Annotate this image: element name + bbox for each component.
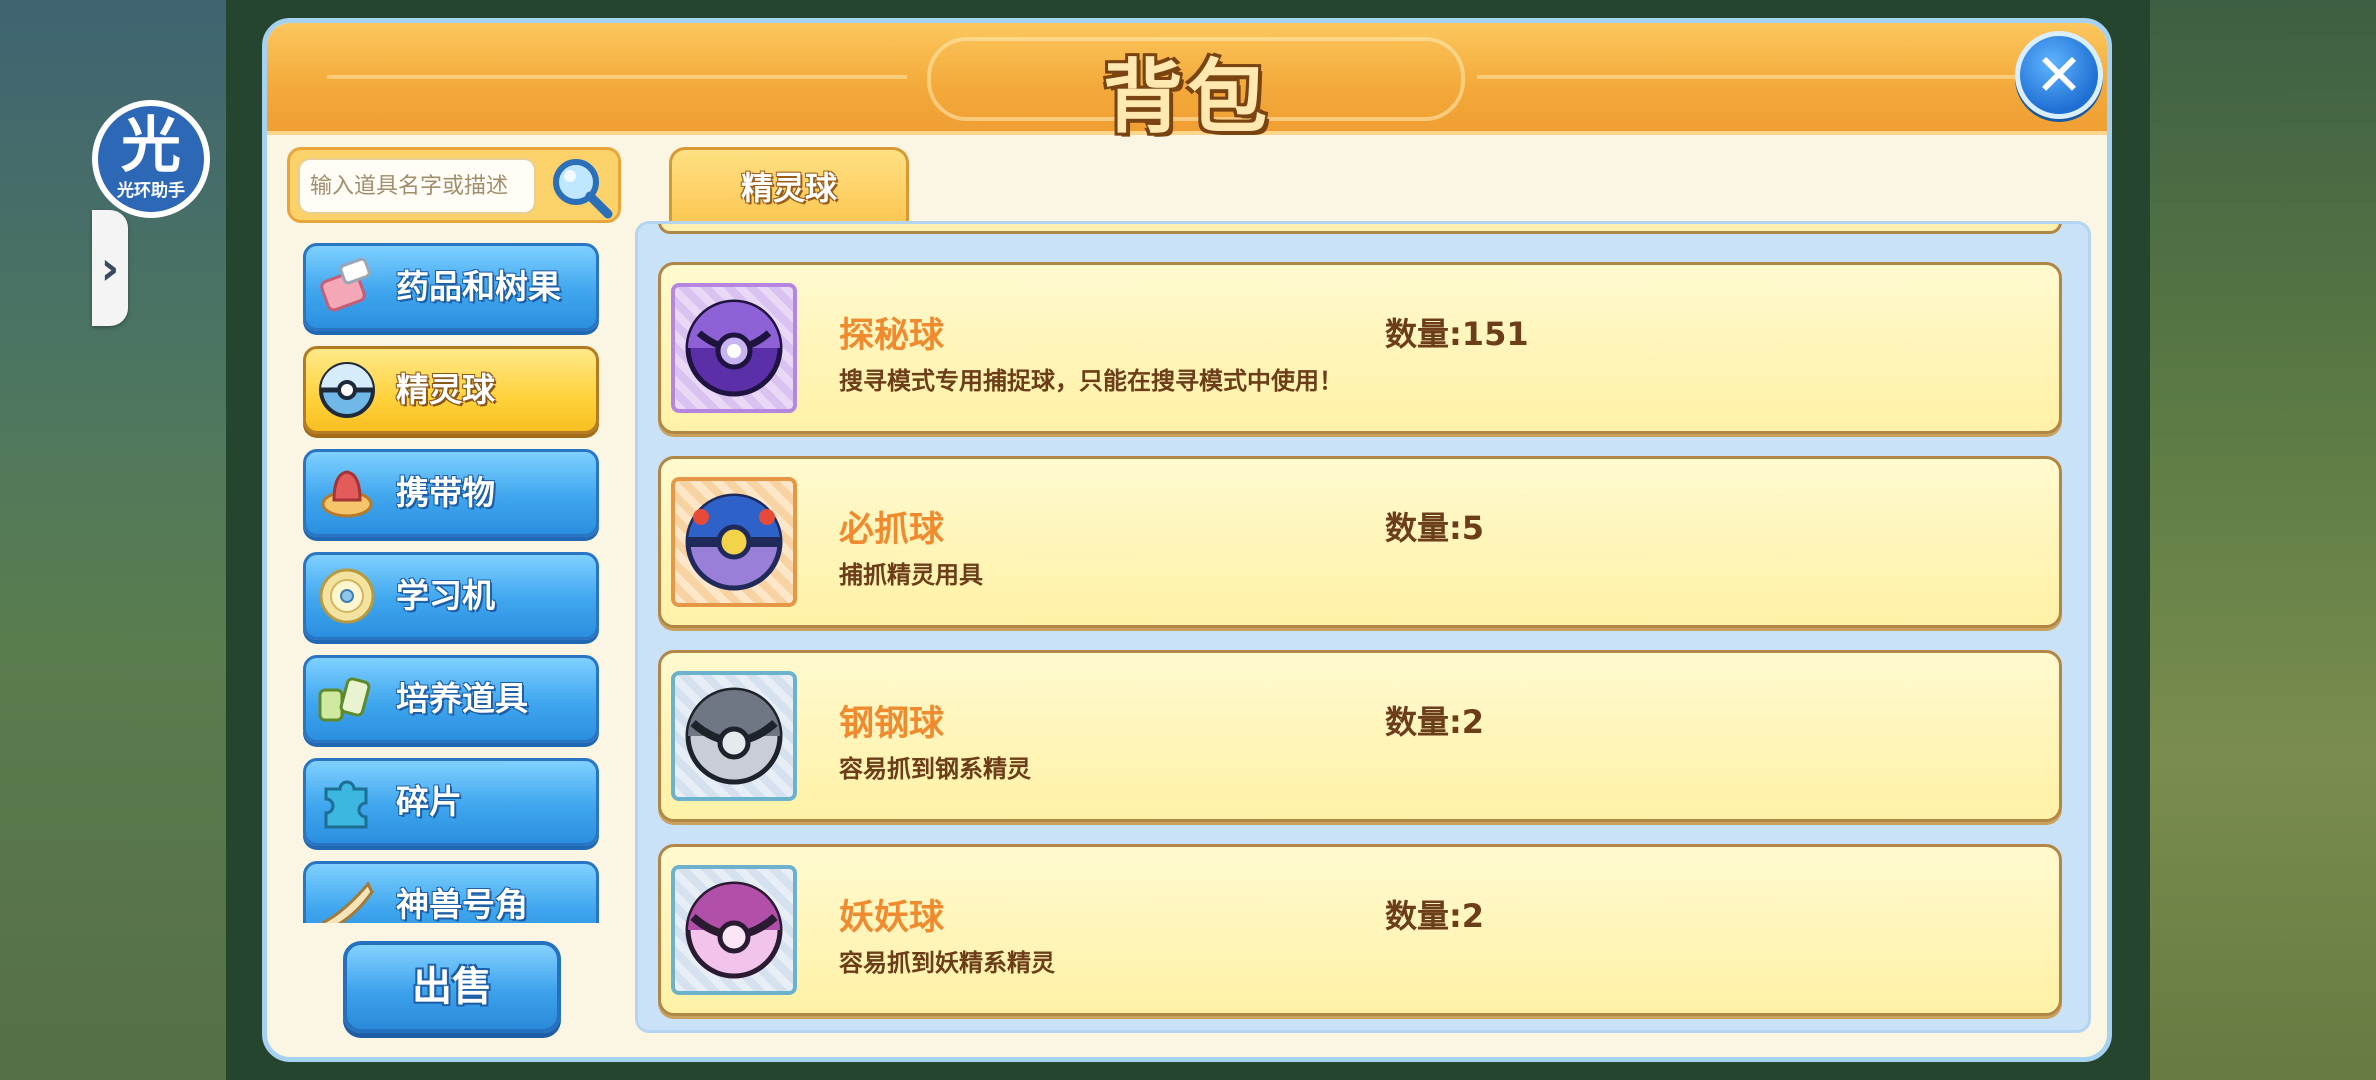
item-description: 搜寻模式专用捕捉球，只能在搜寻模式中使用！ [839,367,1343,395]
category-label: 携带物 [396,473,495,512]
item-icon-frame [671,477,797,607]
steel-ball-icon [685,687,783,785]
item-name: 钢钢球 [839,704,945,744]
category-label: 碎片 [396,782,462,821]
category-fragments[interactable]: 碎片 [303,758,599,846]
category-tm-discs[interactable]: 学习机 [303,552,599,640]
list-item[interactable]: 必抓球 数量:5 捕抓精灵用具 [658,456,2062,628]
item-description: 捕抓精灵用具 [839,561,983,589]
item-description: 容易抓到妖精系精灵 [839,949,1055,977]
item-list[interactable]: 探秘球 数量:151 搜寻模式专用捕捉球，只能在搜寻模式中使用！ 必抓球 数量:… [635,221,2091,1033]
disc-icon [319,568,375,624]
assistant-label: 光环助手 [117,181,185,201]
category-label: 精灵球 [396,370,495,409]
search-icon[interactable] [548,154,614,220]
search-input[interactable] [298,158,536,214]
search-bar [287,147,621,223]
category-legend-horn[interactable]: 神兽号角 [303,861,599,923]
category-label: 培养道具 [396,679,528,718]
sell-button[interactable]: 出售 [343,941,561,1033]
close-icon: ✕ [2034,41,2084,109]
list-item[interactable]: 探秘球 数量:151 搜寻模式专用捕捉球，只能在搜寻模式中使用！ [658,262,2062,434]
assistant-glyph: 光 [121,111,181,181]
held-item-icon [321,470,373,518]
backpack-panel: 背包 ✕ 药品和树果 精灵球 [262,18,2112,1062]
assistant-float-button[interactable]: 光 光环助手 [92,100,210,218]
explore-ball-icon [685,299,783,397]
category-medicine-berries[interactable]: 药品和树果 [303,243,599,331]
item-name: 探秘球 [839,316,945,356]
item-description: 容易抓到钢系精灵 [839,755,1031,783]
puzzle-piece-icon [324,780,368,829]
close-button[interactable]: ✕ [2015,31,2103,119]
potion-icon [320,257,371,312]
item-quantity: 数量:5 [1385,509,1485,547]
category-label: 学习机 [396,576,495,615]
item-name: 必抓球 [839,510,945,550]
item-icon-frame [671,283,797,413]
list-item[interactable]: 钢钢球 数量:2 容易抓到钢系精灵 [658,650,2062,822]
list-item[interactable]: 妖妖球 数量:2 容易抓到妖精系精灵 [658,844,2062,1016]
training-item-icon [318,677,371,722]
item-icon-frame [671,671,797,801]
horn-icon [321,881,374,923]
item-icon-frame [671,865,797,995]
game-background-right [2150,0,2376,1080]
tab-pokeballs[interactable]: 精灵球 [669,147,909,227]
category-list: 药品和树果 精灵球 携带物 学习机 培养道具 碎片 神兽号角 [303,243,613,923]
title-bar: 背包 ✕ [267,23,2107,144]
item-quantity: 数量:2 [1385,897,1485,935]
fairy-ball-icon [685,881,783,979]
category-label: 药品和树果 [396,267,561,306]
category-held-items[interactable]: 携带物 [303,449,599,537]
item-name: 妖妖球 [839,898,945,938]
category-training-items[interactable]: 培养道具 [303,655,599,743]
page-title: 背包 [1103,51,1271,144]
side-expand-arrow-icon[interactable]: › [92,210,128,326]
category-pokeballs[interactable]: 精灵球 [303,346,599,434]
item-quantity: 数量:2 [1385,703,1485,741]
list-item-partial [658,224,2062,234]
item-quantity: 数量:151 [1385,315,1529,353]
pokeball-icon [319,362,375,418]
master-catch-ball-icon [685,493,783,591]
category-label: 神兽号角 [396,885,528,923]
